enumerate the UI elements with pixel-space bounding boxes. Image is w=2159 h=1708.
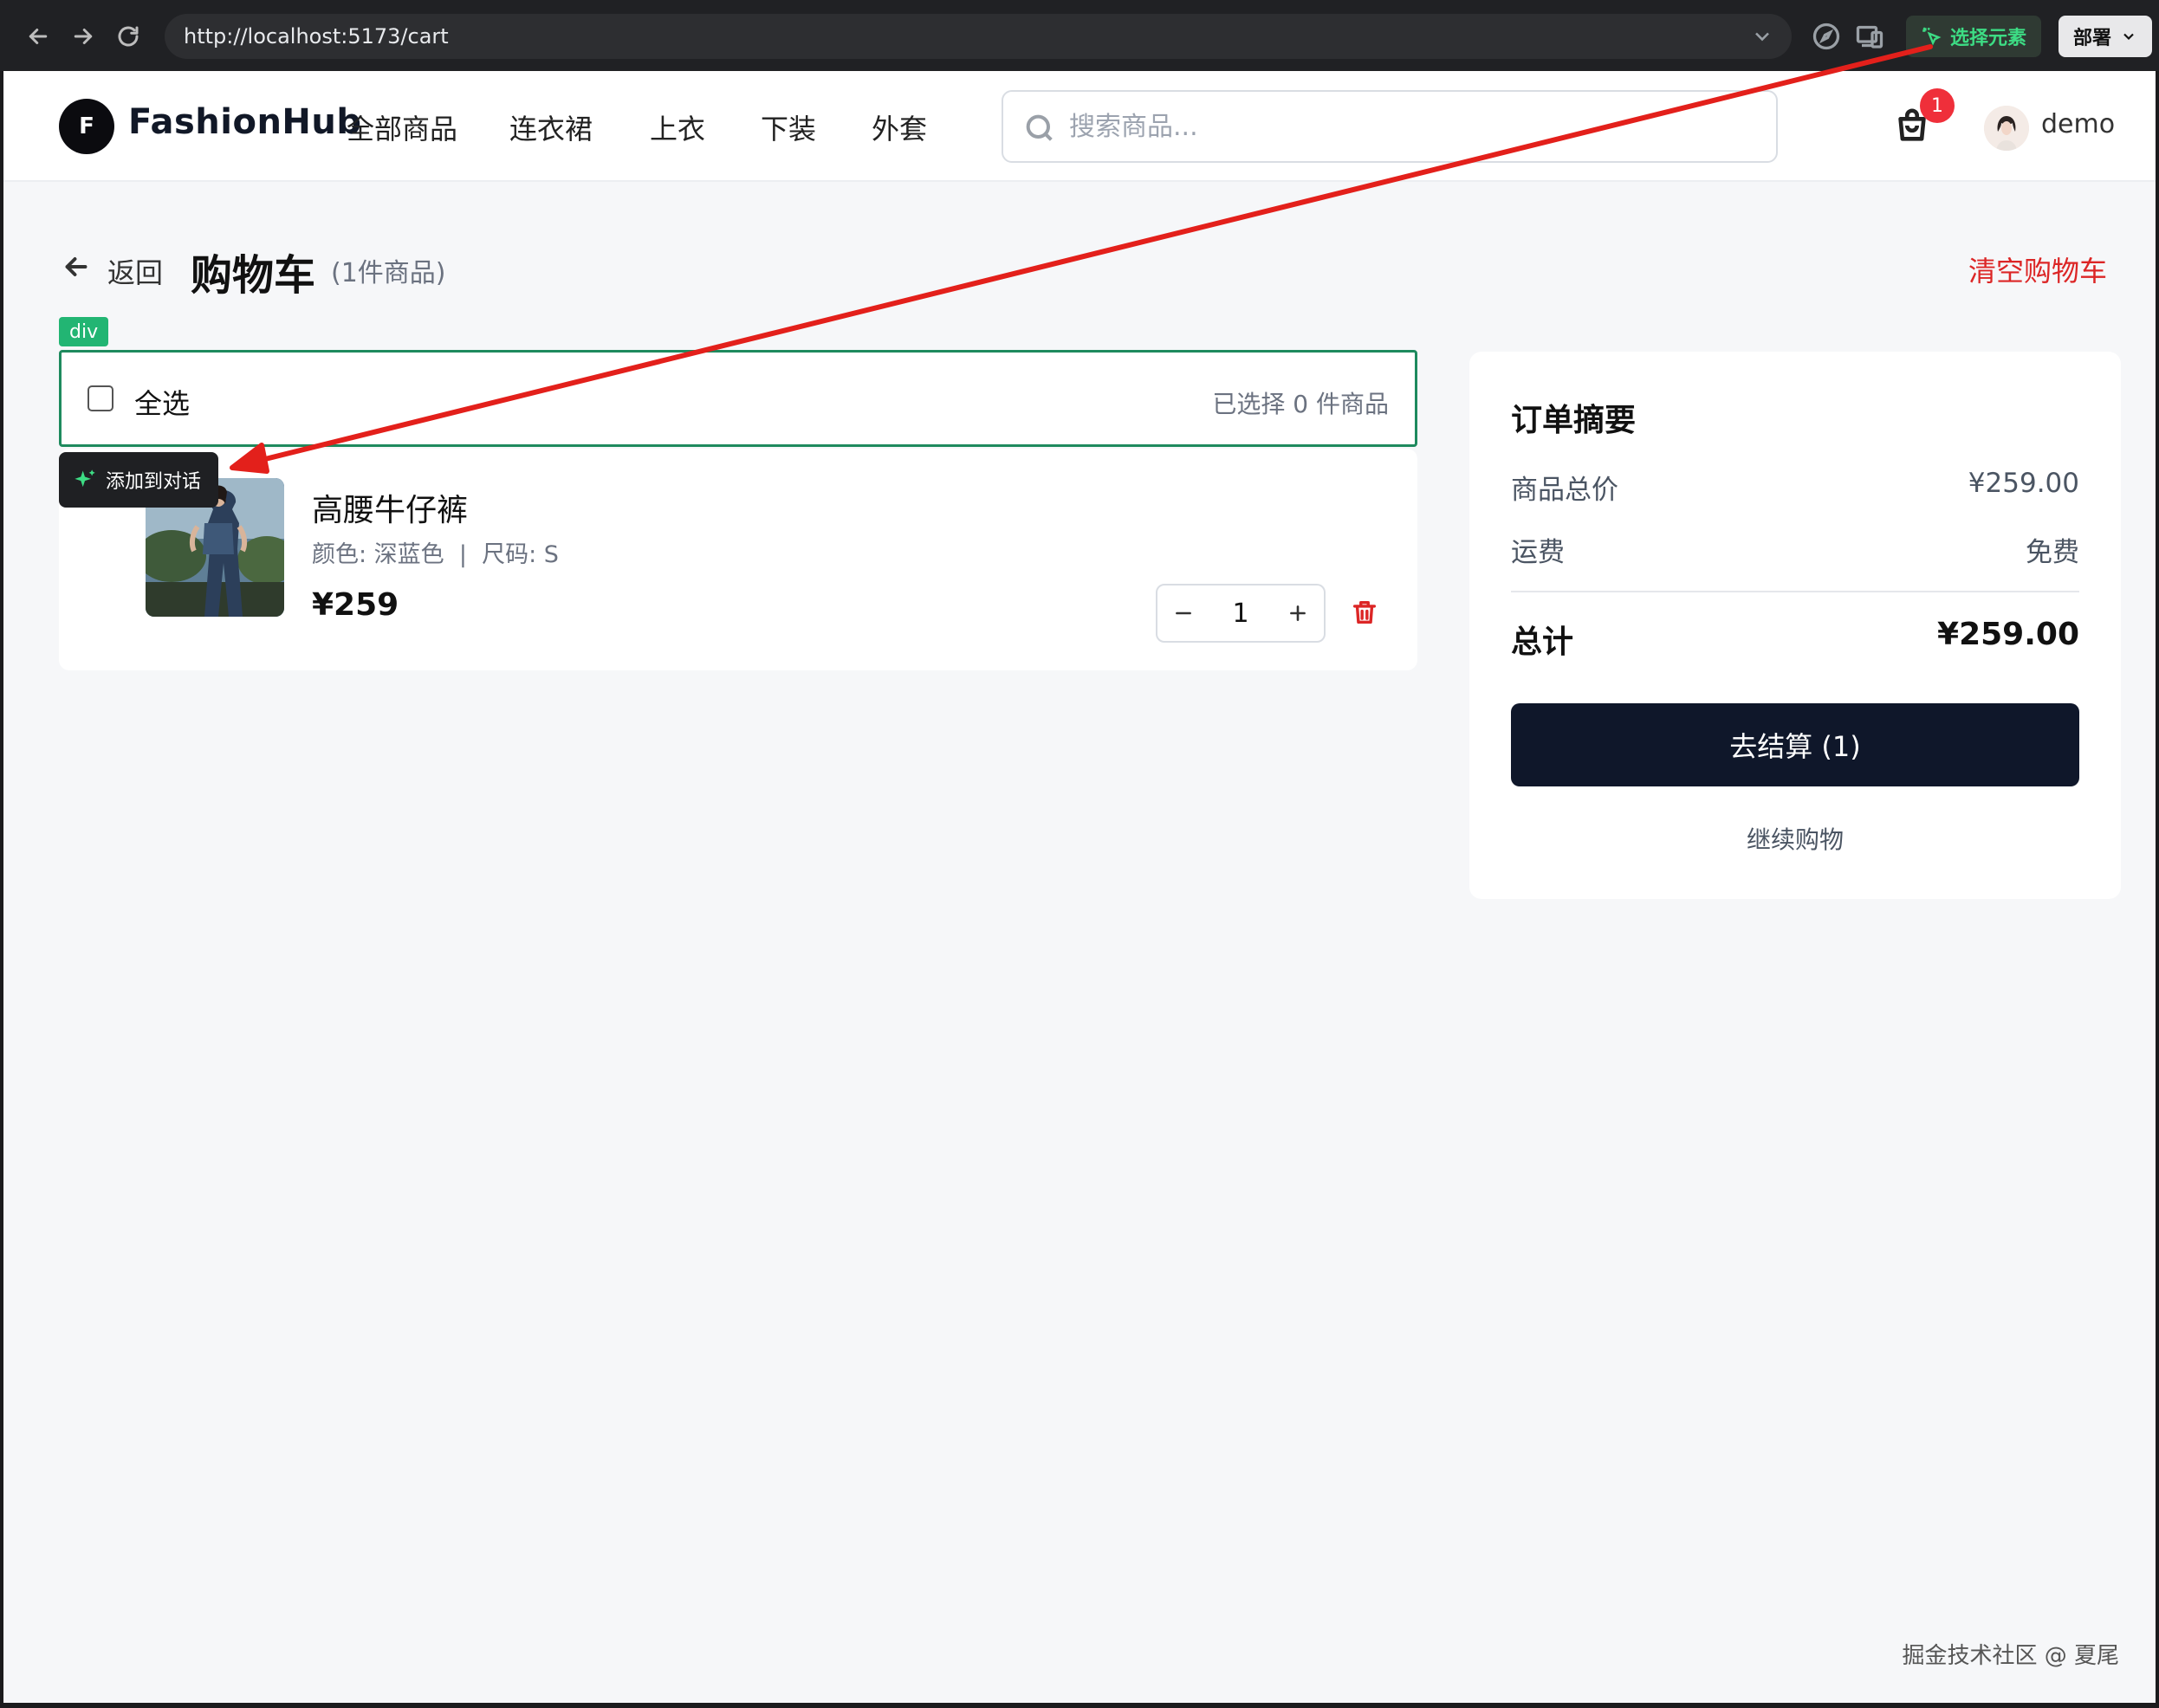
clear-cart-button[interactable]: 清空购物车: [1968, 249, 2107, 289]
page-title: 购物车: [191, 251, 316, 300]
avatar[interactable]: [1984, 106, 2029, 151]
logo-text[interactable]: FashionHub: [128, 102, 362, 142]
checkout-button[interactable]: 去结算 (1): [1511, 703, 2079, 786]
sparkle-icon: [75, 469, 95, 488]
subtotal-value: ¥259.00: [1968, 468, 2079, 499]
quantity-value[interactable]: 1: [1209, 586, 1272, 641]
back-nav-icon[interactable]: [21, 19, 55, 54]
cart-item: 高腰牛仔裤 颜色: 深蓝色 | 尺码: S ¥259 1: [59, 449, 1417, 670]
user-name[interactable]: demo: [2041, 109, 2115, 139]
chevron-down-icon: [2123, 33, 2134, 41]
site-header: F FashionHub 全部商品 连衣裙 上衣 下装 外套 1 demo: [3, 71, 2156, 182]
search-icon: [1026, 114, 1053, 141]
product-name[interactable]: 高腰牛仔裤: [312, 485, 468, 530]
arrow-left-icon[interactable]: [61, 251, 95, 286]
select-element-button[interactable]: 选择元素: [1906, 16, 2041, 57]
nav-bottoms[interactable]: 下装: [761, 107, 816, 147]
select-all-label[interactable]: 全选: [134, 382, 190, 422]
browser-toolbar: http://localhost:5173/cart 选择元素 部署: [0, 0, 2159, 71]
product-variant: 颜色: 深蓝色 | 尺码: S: [312, 541, 559, 568]
increase-quantity-button[interactable]: [1272, 586, 1324, 641]
watermark: 掘金技术社区 @ 夏尾: [1902, 1643, 2119, 1669]
back-link[interactable]: 返回: [107, 251, 163, 291]
nav-dresses[interactable]: 连衣裙: [509, 107, 593, 147]
nav-tops[interactable]: 上衣: [650, 107, 705, 147]
devices-icon[interactable]: [1854, 21, 1885, 52]
deploy-label: 部署: [2072, 28, 2111, 49]
forward-nav-icon[interactable]: [66, 19, 100, 54]
nav-outerwear[interactable]: 外套: [872, 107, 927, 147]
total-value: ¥259.00: [1937, 617, 2079, 652]
subtotal-row: 商品总价 ¥259.00: [1511, 468, 2079, 507]
selected-count-text: 已选择 0 件商品: [1212, 390, 1389, 418]
inspector-element-tag: div: [59, 317, 109, 346]
cart-count-badge: 1: [1920, 88, 1955, 123]
quantity-stepper: 1: [1156, 584, 1326, 643]
deploy-button[interactable]: 部署: [2059, 16, 2152, 57]
reload-icon[interactable]: [111, 19, 146, 54]
add-to-chat-button[interactable]: 添加到对话: [59, 452, 218, 508]
select-element-label: 选择元素: [1949, 28, 2026, 49]
total-label: 总计: [1511, 624, 1574, 660]
product-price: ¥259: [312, 587, 399, 623]
address-bar[interactable]: http://localhost:5173/cart: [165, 14, 1792, 59]
continue-shopping-link[interactable]: 继续购物: [1469, 821, 2121, 856]
logo-badge[interactable]: F: [59, 99, 114, 154]
url-text: http://localhost:5173/cart: [184, 24, 449, 49]
decrease-quantity-button[interactable]: [1157, 586, 1209, 641]
search-input[interactable]: [1069, 104, 1745, 149]
plus-icon: [1290, 605, 1306, 621]
chevron-down-icon[interactable]: [1750, 24, 1774, 49]
order-summary: 订单摘要 商品总价 ¥259.00 运费 免费 总计 ¥259.00 去结算 (…: [1469, 352, 2121, 899]
trash-icon[interactable]: [1350, 598, 1381, 629]
search-box[interactable]: [1002, 90, 1778, 163]
shipping-row: 运费 免费: [1511, 530, 2079, 569]
add-to-chat-label: 添加到对话: [106, 471, 202, 493]
cursor-click-icon: [1922, 27, 1942, 46]
summary-divider: [1511, 591, 2079, 592]
minus-icon: [1176, 611, 1191, 615]
select-all-checkbox[interactable]: [88, 385, 113, 411]
shipping-value: 免费: [2026, 537, 2079, 568]
total-row: 总计 ¥259.00: [1511, 617, 2079, 662]
compass-icon[interactable]: [1811, 21, 1842, 52]
item-count: (1件商品): [331, 258, 446, 288]
nav-all-products[interactable]: 全部商品: [347, 107, 457, 147]
subtotal-label: 商品总价: [1511, 475, 1618, 506]
page-viewport: F FashionHub 全部商品 连衣裙 上衣 下装 外套 1 demo 返回…: [3, 71, 2156, 1703]
select-all-card: 全选 已选择 0 件商品: [59, 350, 1417, 447]
shipping-label: 运费: [1511, 537, 1565, 568]
summary-title: 订单摘要: [1511, 403, 1637, 438]
